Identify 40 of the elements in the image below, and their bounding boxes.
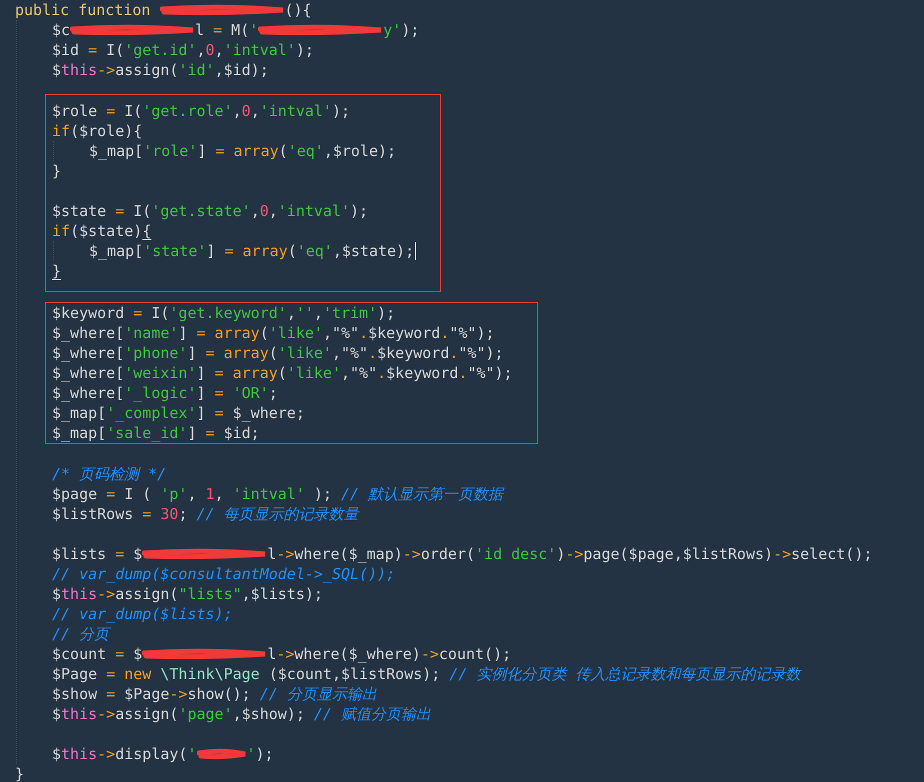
code-text: if($role){ — [52, 121, 142, 141]
code-text: $keyword = I('get.keyword','','trim'); — [52, 303, 396, 323]
code-text: $this->display(' — [52, 744, 196, 764]
code-text: l->where($_where)->count(); — [267, 644, 512, 664]
code-text: // var_dump($lists); — [52, 604, 233, 624]
code-text: if($state){ — [52, 221, 152, 241]
code-text: public function — [15, 0, 152, 20]
code-text: $_map['sale_id'] = $id; — [52, 423, 260, 443]
code-text: $role = I('get.role',0,'intval'); — [52, 101, 350, 121]
code-text: $state = I('get.state',0,'intval'); — [52, 201, 368, 221]
code-text: (){ — [284, 0, 312, 20]
code-text: $count = $ — [52, 644, 142, 664]
code-text: // 分页 — [52, 624, 110, 644]
code-text: $show = $Page->show(); // 分页显示输出 — [52, 684, 377, 704]
code-text: $this->assign('page',$show); // 赋值分页输出 — [52, 704, 431, 724]
code-text: $lists = $ — [52, 544, 142, 564]
code-text: $listRows = 30; // 每页显示的记录数量 — [52, 504, 359, 524]
code-text: /* 页码检测 */ — [52, 464, 166, 484]
code-text: $_where['name'] = array('like',"%".$keyword."%"); — [52, 323, 495, 343]
code-text: $_where['phone'] = array('like',"%".$keyword."%"); — [52, 343, 504, 363]
code-text: } — [52, 161, 62, 181]
code-text: // var_dump($consultantModel->_SQL()); — [52, 564, 396, 584]
code-text: $this->assign("lists",$lists); — [52, 584, 323, 604]
code-text: $Page = new \Think\Page ($count,$listRows); // 实例化分页类 传入总记录数和每页显示的记录数 — [52, 664, 800, 684]
code-text: $this->assign('id',$id); — [52, 60, 269, 80]
code-text: l = M(' — [195, 20, 258, 40]
code-text: } — [52, 261, 62, 281]
code-text: l->where($_map)->order('id desc')->page($page,$listRows)->select(); — [267, 544, 872, 564]
code-text: $_map['role'] = array('eq',$role); — [89, 141, 396, 161]
redaction-scribble — [196, 748, 246, 760]
code-text: '); — [246, 744, 274, 764]
code-text: $page = I ( 'p', 1, 'intval' ); // 默认显示第一页数据 — [52, 484, 504, 504]
code-text: $id = I('get.id',0,'intval'); — [52, 40, 314, 60]
code-text: $c — [52, 20, 70, 40]
code-text: $_where['weixin'] = array('like',"%".$keyword."%"); — [52, 363, 513, 383]
code-text: $_map['state'] = array('eq',$state); — [89, 241, 414, 261]
code-text: } — [15, 764, 24, 782]
code-text: $_map['_complex'] = $_where; — [52, 403, 305, 423]
code-text: $_where['_logic'] = 'OR'; — [52, 383, 278, 403]
code-text: y'); — [383, 20, 420, 40]
